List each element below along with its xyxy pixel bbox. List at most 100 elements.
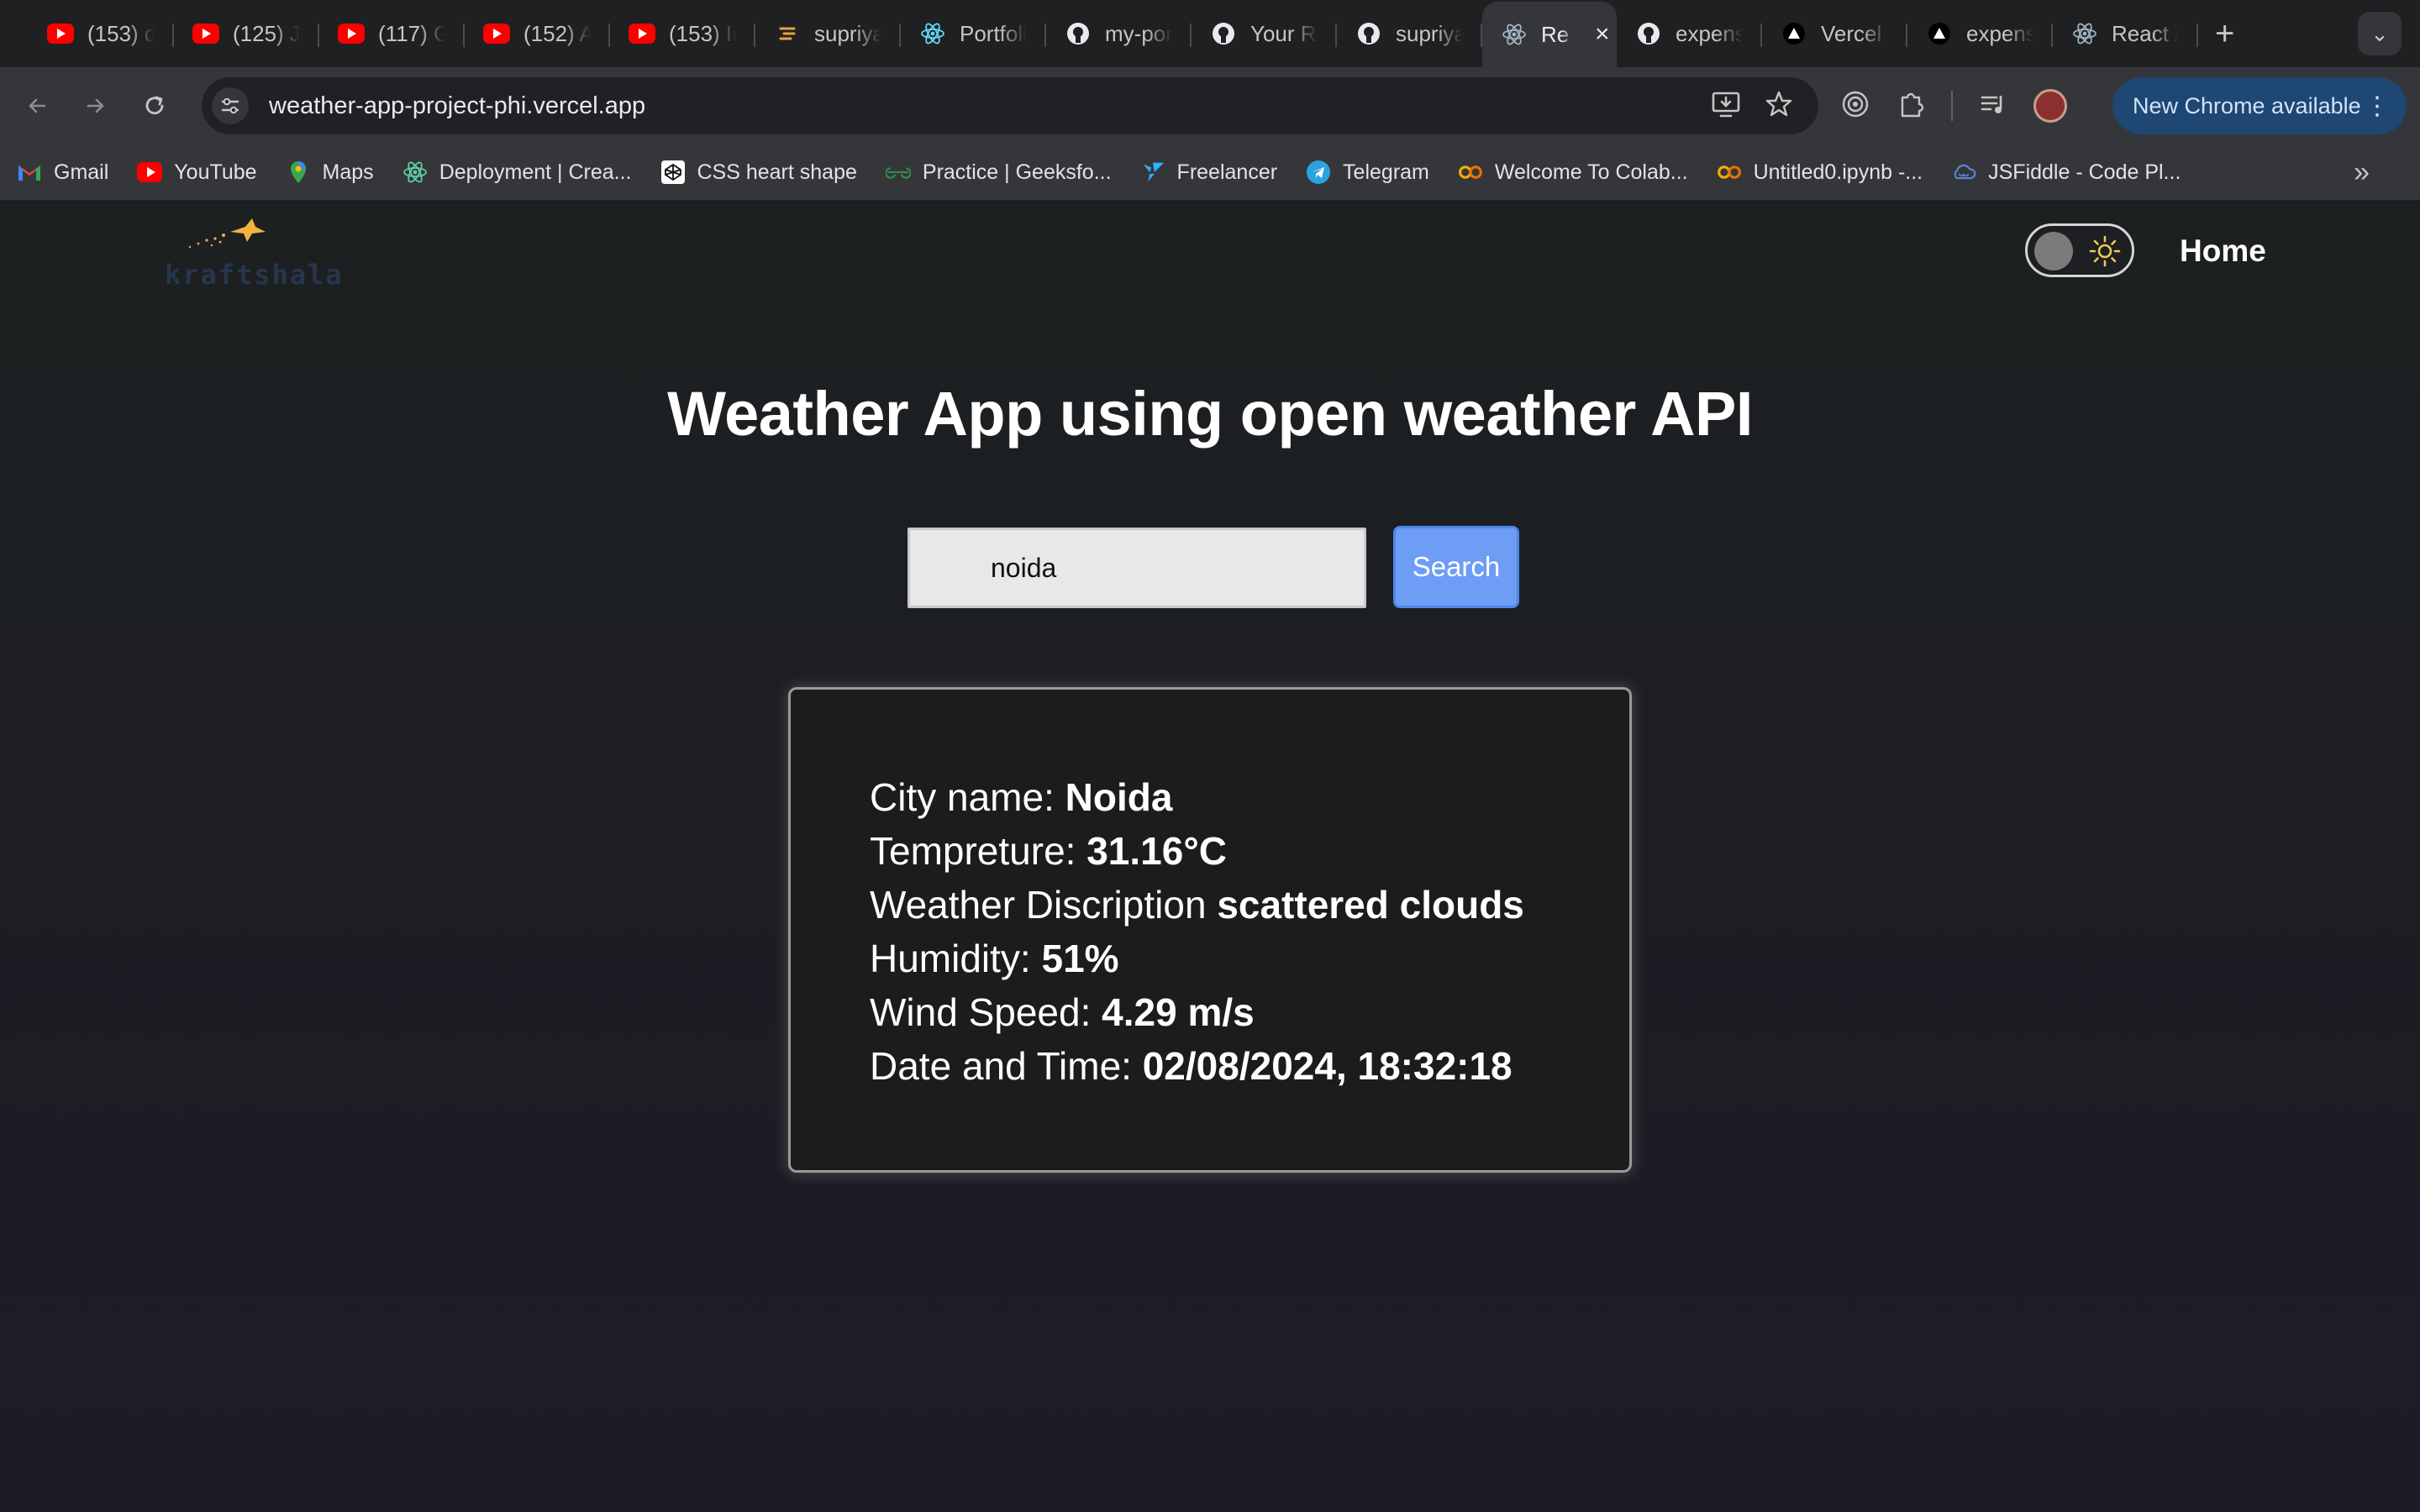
bookmark-label: Telegram bbox=[1343, 160, 1429, 184]
extension-target-icon[interactable] bbox=[1840, 89, 1870, 123]
back-icon[interactable] bbox=[13, 82, 60, 129]
github-icon bbox=[1635, 20, 1662, 47]
browser-tab[interactable]: (152) A bbox=[465, 7, 610, 60]
tab-title: (153) d bbox=[87, 20, 155, 46]
forward-icon[interactable] bbox=[72, 82, 119, 129]
city-row: City name: Noida bbox=[870, 770, 1629, 824]
jsfiddle-icon bbox=[1951, 160, 1976, 185]
more-bookmarks-icon[interactable]: » bbox=[2354, 156, 2370, 189]
tab-title: (117) G bbox=[378, 20, 445, 46]
browser-tab[interactable]: my-por bbox=[1046, 7, 1192, 60]
temperature-row: Tempreture: 31.16°C bbox=[870, 824, 1629, 878]
colab-icon bbox=[1458, 160, 1483, 185]
bookmark-geeksforgeeks[interactable]: Practice | Geeksfo... bbox=[885, 160, 1112, 185]
humidity-value: 51% bbox=[1041, 937, 1119, 980]
description-row: Weather Discription scattered clouds bbox=[870, 878, 1629, 932]
page-title: Weather App using open weather API bbox=[667, 379, 1753, 449]
kraftshala-logo[interactable]: kraftshala bbox=[165, 215, 342, 291]
tab-title: Your Re bbox=[1250, 20, 1318, 46]
city-search-input[interactable] bbox=[908, 528, 1366, 608]
browser-tab[interactable]: Portfoli bbox=[901, 7, 1046, 60]
youtube-icon bbox=[483, 20, 510, 47]
bookmark-label: CSS heart shape bbox=[697, 160, 857, 184]
browser-tab[interactable]: React / bbox=[2053, 7, 2198, 60]
datetime-row: Date and Time: 02/08/2024, 18:32:18 bbox=[870, 1039, 1629, 1093]
tab-title: Re bbox=[1541, 21, 1570, 47]
bookmark-css-heart[interactable]: CSS heart shape bbox=[660, 160, 857, 185]
browser-tab[interactable]: (153) d bbox=[29, 7, 174, 60]
react-icon bbox=[402, 160, 428, 185]
react-icon bbox=[2071, 20, 2098, 47]
bookmark-colab-untitled[interactable]: Untitled0.ipynb -... bbox=[1717, 160, 1923, 185]
site-info-icon[interactable] bbox=[212, 87, 249, 124]
toggle-knob bbox=[2034, 232, 2073, 270]
github-icon bbox=[1355, 20, 1382, 47]
youtube-icon bbox=[137, 160, 163, 185]
wind-speed-row: Wind Speed: 4.29 m/s bbox=[870, 985, 1629, 1039]
tab-title: (125) J bbox=[233, 20, 300, 46]
description-value: scattered clouds bbox=[1217, 883, 1524, 927]
bookmarks-bar: Gmail YouTube Maps Deployment | Crea... … bbox=[0, 144, 2420, 202]
colab-icon bbox=[1717, 160, 1742, 185]
tab-title: React / bbox=[2112, 20, 2179, 46]
media-controls-icon[interactable] bbox=[1978, 89, 2008, 123]
reload-icon[interactable] bbox=[131, 82, 178, 129]
close-tab-icon[interactable]: × bbox=[1595, 20, 1610, 49]
browser-tab[interactable]: Vercel bbox=[1762, 7, 1907, 60]
bookmark-youtube[interactable]: YouTube bbox=[137, 160, 257, 185]
bookmark-label: Freelancer bbox=[1176, 160, 1278, 184]
vercel-icon bbox=[1926, 20, 1953, 47]
gfg-icon bbox=[885, 160, 911, 185]
browser-tab-strip: (153) d (125) J (117) G (152) A (153) Ir… bbox=[0, 0, 2420, 67]
bookmark-colab-welcome[interactable]: Welcome To Colab... bbox=[1458, 160, 1688, 185]
browser-tab[interactable]: (153) Ir bbox=[610, 7, 755, 60]
chrome-update-button[interactable]: New Chrome available ⋮ bbox=[2112, 77, 2407, 134]
browser-tab[interactable]: Your Re bbox=[1192, 7, 1337, 60]
wind-speed-value: 4.29 m/s bbox=[1102, 990, 1255, 1034]
youtube-icon bbox=[47, 20, 74, 47]
browser-toolbar: weather-app-project-phi.vercel.app New C… bbox=[0, 67, 2420, 144]
tab-title: expens bbox=[1966, 20, 2033, 46]
browser-tab[interactable]: (125) J bbox=[174, 7, 319, 60]
address-bar[interactable]: weather-app-project-phi.vercel.app bbox=[202, 77, 1818, 134]
bookmark-label: JSFiddle - Code Pl... bbox=[1988, 160, 2181, 184]
nav-home-link[interactable]: Home bbox=[2180, 234, 2266, 269]
bookmark-jsfiddle[interactable]: JSFiddle - Code Pl... bbox=[1951, 160, 2181, 185]
humidity-row: Humidity: 51% bbox=[870, 932, 1629, 985]
browser-tab[interactable]: supriya bbox=[1337, 7, 1482, 60]
browser-tab[interactable]: expens bbox=[1617, 7, 1762, 60]
bookmark-maps[interactable]: Maps bbox=[286, 160, 374, 185]
temperature-label: Tempreture: bbox=[870, 829, 1076, 873]
toolbar-divider bbox=[1951, 91, 1953, 121]
theme-toggle[interactable] bbox=[2025, 223, 2134, 277]
bookmark-star-icon[interactable] bbox=[1765, 90, 1793, 123]
youtube-icon bbox=[338, 20, 365, 47]
github-icon bbox=[1210, 20, 1237, 47]
telegram-icon bbox=[1306, 160, 1331, 185]
browser-tab-active[interactable]: Re × bbox=[1482, 2, 1617, 67]
search-button[interactable]: Search bbox=[1393, 526, 1519, 608]
browser-tab[interactable]: expens bbox=[1907, 7, 2053, 60]
new-tab-icon[interactable]: + bbox=[2215, 15, 2234, 53]
bookmark-telegram[interactable]: Telegram bbox=[1306, 160, 1429, 185]
bookmark-freelancer[interactable]: Freelancer bbox=[1140, 160, 1278, 185]
bookmark-label: Untitled0.ipynb -... bbox=[1753, 160, 1923, 184]
bookmark-label: YouTube bbox=[174, 160, 257, 184]
bookmark-gmail[interactable]: Gmail bbox=[17, 160, 108, 185]
bookmark-label: Deployment | Crea... bbox=[439, 160, 632, 184]
tab-title: supriya bbox=[814, 20, 881, 46]
tab-search-icon[interactable]: ⌄ bbox=[2358, 12, 2402, 55]
install-app-icon[interactable] bbox=[1711, 90, 1741, 123]
github-icon bbox=[1065, 20, 1092, 47]
temperature-value: 31.16°C bbox=[1086, 829, 1227, 873]
profile-avatar[interactable] bbox=[2033, 89, 2067, 123]
browser-tab[interactable]: (117) G bbox=[319, 7, 465, 60]
browser-tab[interactable]: supriya bbox=[755, 7, 901, 60]
wind-speed-label: Wind Speed: bbox=[870, 990, 1092, 1034]
bookmark-deployment[interactable]: Deployment | Crea... bbox=[402, 160, 632, 185]
extensions-puzzle-icon[interactable] bbox=[1896, 89, 1926, 123]
more-options-icon[interactable]: ⋮ bbox=[2365, 92, 2390, 121]
tab-title: (153) Ir bbox=[669, 20, 736, 46]
update-label: New Chrome available bbox=[2133, 92, 2361, 118]
tab-title: (152) A bbox=[523, 20, 591, 46]
